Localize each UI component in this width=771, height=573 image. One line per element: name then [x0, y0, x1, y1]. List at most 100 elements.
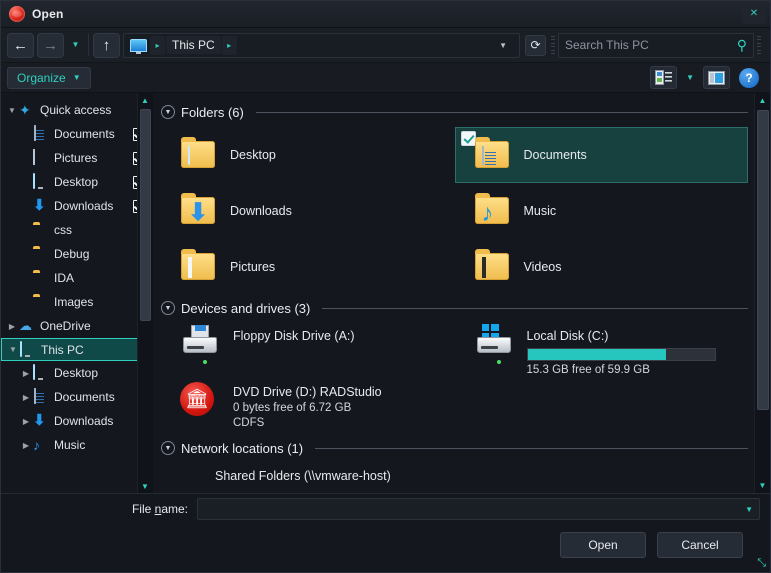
sidebar-item-label: Quick access	[40, 103, 112, 117]
tree-twisty-icon[interactable]: ▶	[19, 417, 33, 426]
tree-twisty-icon[interactable]: ▶	[19, 369, 33, 378]
breadcrumb-end-chevron-icon[interactable]: ▸	[221, 35, 237, 55]
breadcrumb-separator-icon[interactable]: ▸	[150, 35, 165, 55]
folder-tile-documents[interactable]: Documents	[454, 127, 748, 183]
address-dropdown-icon[interactable]: ▼	[491, 41, 515, 50]
collapse-chevron-icon[interactable]: ▼	[161, 441, 175, 455]
group-header-folders[interactable]: ▼ Folders (6)	[161, 101, 748, 123]
navigation-bar: ← → ▼ ↑ ▸ This PC ▸ ▼ ⟳ Search This PC ⚲	[1, 28, 770, 63]
content-scroll-thumb[interactable]	[756, 110, 769, 410]
search-input[interactable]: Search This PC ⚲	[558, 32, 754, 58]
network-location-row[interactable]: Shared Folders (\\vmware-host)	[161, 463, 748, 489]
close-icon[interactable]: ✕	[742, 4, 766, 24]
cancel-button[interactable]: Cancel	[657, 532, 743, 558]
content-scrollbar[interactable]: ▲ ▼	[754, 93, 770, 493]
group-rule	[322, 307, 748, 309]
search-resize-grip[interactable]	[757, 36, 761, 54]
forward-arrow-icon: →	[43, 36, 58, 54]
organize-button[interactable]: Organize ▼	[7, 66, 91, 89]
download-icon: ⬇	[33, 412, 46, 429]
preview-pane-icon	[708, 70, 725, 85]
drive-name: DVD Drive (D:) RADStudio	[233, 385, 382, 399]
sidebar-item-label: Desktop	[54, 175, 99, 189]
content-scroll-track[interactable]	[755, 108, 771, 478]
scroll-down-icon[interactable]: ▼	[755, 478, 771, 493]
preview-pane-button[interactable]	[703, 66, 730, 89]
scroll-up-icon[interactable]: ▲	[755, 93, 771, 108]
refresh-icon[interactable]: ⟳	[525, 34, 546, 56]
open-button[interactable]: Open	[560, 532, 646, 558]
group-title: Folders (6)	[181, 104, 244, 120]
recent-locations-button[interactable]: ▼	[67, 33, 84, 58]
sidebar-item-quick-access[interactable]: ▼ ✦ Quick access	[1, 98, 152, 122]
folder-tile-label: Videos	[523, 260, 562, 274]
sidebar-scroll-track[interactable]	[138, 107, 153, 479]
desktop-glyph	[188, 146, 190, 165]
tree-twisty-icon[interactable]: ▶	[5, 322, 19, 331]
sidebar-item-label: IDA	[54, 271, 75, 285]
tree-twisty-icon[interactable]: ▶	[19, 393, 33, 402]
sidebar-item-ida[interactable]: IDA	[1, 266, 152, 290]
folder-tile-music[interactable]: ♪ Music	[455, 183, 749, 239]
sidebar-item-images[interactable]: Images	[1, 290, 152, 314]
sidebar-item-pictures[interactable]: Pictures	[1, 146, 152, 170]
sidebar-item-music[interactable]: ▶ ♪ Music	[1, 433, 152, 457]
drive-tile[interactable]: 🏛 DVD Drive (D:) RADStudio 0 bytes free of…	[161, 379, 455, 435]
tree-twisty-icon[interactable]: ▼	[6, 345, 20, 354]
cloud-icon: ☁	[19, 318, 32, 333]
tree-twisty-icon[interactable]: ▶	[19, 441, 33, 450]
radstudio-icon	[9, 6, 25, 22]
sidebar-item-documents[interactable]: Documents	[1, 122, 152, 146]
monitor-icon	[33, 173, 49, 190]
folder-tile-downloads[interactable]: ⬇ Downloads	[161, 183, 455, 239]
sidebar-item-this-pc[interactable]: ▼ This PC	[1, 338, 152, 361]
drive-tile[interactable]: Floppy Disk Drive (A:)	[161, 323, 455, 379]
sidebar-item-desktop[interactable]: ▶ Desktop	[1, 361, 152, 385]
address-search-splitter[interactable]	[551, 36, 555, 54]
drive-tile[interactable]: Local Disk (C:) 15.3 GB free of 59.9 GB	[455, 323, 749, 379]
chevron-down-icon[interactable]: ▼	[745, 505, 753, 514]
change-view-button[interactable]	[650, 66, 678, 89]
address-bar[interactable]: ▸ This PC ▸ ▼	[123, 32, 520, 58]
sidebar-scrollbar[interactable]: ▲ ▼	[137, 93, 152, 493]
folder-icon	[33, 294, 49, 310]
picture-icon	[33, 149, 49, 166]
folder-tile-desktop[interactable]: Desktop	[161, 127, 455, 183]
scroll-up-icon[interactable]: ▲	[138, 93, 153, 107]
tree-twisty-icon[interactable]: ▼	[5, 106, 19, 115]
search-icon[interactable]: ⚲	[737, 37, 747, 54]
group-header-devices[interactable]: ▼ Devices and drives (3)	[161, 297, 748, 319]
sidebar-item-documents[interactable]: ▶ Documents	[1, 385, 152, 409]
sidebar-item-label: Desktop	[54, 366, 99, 380]
collapse-chevron-icon[interactable]: ▼	[161, 301, 175, 315]
breadcrumb-this-pc[interactable]: This PC	[166, 36, 221, 54]
sidebar-item-css[interactable]: css	[1, 218, 152, 242]
sidebar-item-desktop[interactable]: Desktop	[1, 170, 152, 194]
folder-videos-icon	[473, 247, 515, 287]
folder-tile-label: Desktop	[230, 148, 276, 162]
forward-button[interactable]: →	[37, 32, 64, 58]
back-button[interactable]: ←	[7, 32, 34, 58]
help-button[interactable]: ?	[734, 66, 764, 89]
up-button[interactable]: ↑	[93, 32, 120, 58]
folder-tile-pictures[interactable]: Pictures	[161, 239, 455, 295]
drive-text: Local Disk (C:) 15.3 GB free of 59.9 GB	[526, 323, 716, 378]
sidebar-item-downloads[interactable]: ▶ ⬇ Downloads	[1, 409, 152, 433]
details-view-icon	[655, 70, 673, 85]
sidebar-item-label: css	[54, 223, 72, 237]
folder-tile-videos[interactable]: Videos	[455, 239, 749, 295]
view-options-button[interactable]: ▼	[681, 66, 699, 89]
dvd-disc-glyph: 🏛	[180, 382, 214, 416]
sidebar-item-debug[interactable]: Debug	[1, 242, 152, 266]
scroll-down-icon[interactable]: ▼	[138, 479, 153, 493]
sidebar-scroll-thumb[interactable]	[139, 109, 151, 321]
sidebar-item-label: Debug	[54, 247, 90, 261]
sidebar-item-onedrive[interactable]: ▶ ☁ OneDrive	[1, 314, 152, 338]
navigation-pane: ▼ ✦ Quick access Documents Pictures Desktop ⬇ D…	[1, 93, 153, 493]
group-header-network[interactable]: ▼ Network locations (1)	[161, 437, 748, 459]
sidebar-item-downloads[interactable]: ⬇ Downloads	[1, 194, 152, 218]
resize-grip-icon[interactable]: ⤡	[757, 557, 766, 570]
collapse-chevron-icon[interactable]: ▼	[161, 105, 175, 119]
folder-tile-label: Pictures	[230, 260, 276, 274]
file-name-input[interactable]: ▼	[197, 498, 760, 520]
